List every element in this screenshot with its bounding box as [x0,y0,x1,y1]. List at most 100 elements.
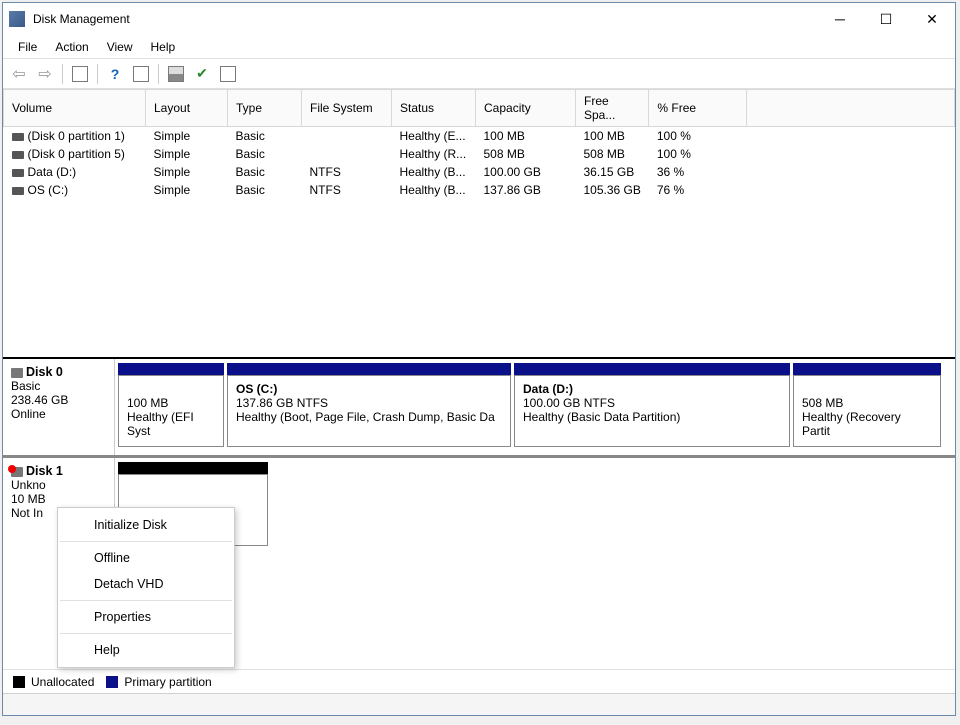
col-layout[interactable]: Layout [146,90,228,127]
drive-icon [12,187,24,195]
cell-type: Basic [228,163,302,181]
close-button[interactable]: ✕ [909,4,955,34]
cell-capacity: 508 MB [476,145,576,163]
view-button[interactable] [68,62,92,86]
cell-layout: Simple [146,127,228,146]
cell-fs: NTFS [302,181,392,199]
minimize-button[interactable]: ─ [817,4,863,34]
part-status: Healthy (Basic Data Partition) [523,410,680,424]
part-size: 100 MB [127,396,168,410]
drive-icon [12,169,24,177]
cell-capacity: 137.86 GB [476,181,576,199]
check-icon: ✔ [196,65,208,82]
drive-icon [12,151,24,159]
col-type[interactable]: Type [228,90,302,127]
settings-button[interactable] [164,62,188,86]
menu-detach-vhd[interactable]: Detach VHD [58,571,234,597]
partition-efi[interactable]: 100 MB Healthy (EFI Syst [118,363,224,451]
cell-fs: NTFS [302,163,392,181]
disk-0-info: Disk 0 Basic 238.46 GB Online [3,359,115,455]
cell-pct: 36 % [649,163,747,181]
cell-type: Basic [228,181,302,199]
cell-volume: OS (C:) [28,183,69,197]
cell-fs [302,145,392,163]
menu-action[interactable]: Action [46,38,97,56]
cell-free: 508 MB [576,145,649,163]
menu-view[interactable]: View [98,38,142,56]
cell-free: 36.15 GB [576,163,649,181]
volume-table[interactable]: Volume Layout Type File System Status Ca… [3,89,955,199]
titlebar: Disk Management ─ ☐ ✕ [3,3,955,35]
menu-offline[interactable]: Offline [58,545,234,571]
help-button[interactable]: ? [103,62,127,86]
menu-help[interactable]: Help [142,38,185,56]
arrow-right-icon: ⇨ [38,64,51,84]
table-row[interactable]: Data (D:) Simple Basic NTFS Healthy (B..… [4,163,955,181]
col-free[interactable]: Free Spa... [576,90,649,127]
legend-bar: Unallocated Primary partition [3,669,955,693]
cell-free: 100 MB [576,127,649,146]
window-title: Disk Management [33,12,817,26]
maximize-button[interactable]: ☐ [863,4,909,34]
partition-data-d[interactable]: Data (D:) 100.00 GB NTFS Healthy (Basic … [514,363,790,451]
col-blank[interactable] [747,90,955,127]
part-status: Healthy (Boot, Page File, Crash Dump, Ba… [236,410,495,424]
menu-file[interactable]: File [9,38,46,56]
cell-layout: Simple [146,181,228,199]
drive-icon [12,133,24,141]
table-row[interactable]: OS (C:) Simple Basic NTFS Healthy (B... … [4,181,955,199]
toolbar: ⇦ ⇨ ? ✔ [3,59,955,89]
partition-os-c[interactable]: OS (C:) 137.86 GB NTFS Healthy (Boot, Pa… [227,363,511,451]
properties-button[interactable] [216,62,240,86]
props-icon [220,66,236,82]
disk-type: Basic [11,379,40,393]
part-title: Data (D:) [523,382,573,396]
cell-volume: Data (D:) [28,165,77,179]
arrow-left-icon: ⇦ [12,64,25,84]
cell-layout: Simple [146,145,228,163]
cell-volume: (Disk 0 partition 5) [28,147,125,161]
cell-capacity: 100.00 GB [476,163,576,181]
table-row[interactable]: (Disk 0 partition 5) Simple Basic Health… [4,145,955,163]
disk-row-0[interactable]: Disk 0 Basic 238.46 GB Online 100 MB Hea… [3,359,955,455]
cell-fs [302,127,392,146]
part-status: Healthy (Recovery Partit [802,410,901,438]
list-icon [168,66,184,82]
disk-type: Unkno [11,478,46,492]
menubar: File Action View Help [3,35,955,59]
menu-initialize-disk[interactable]: Initialize Disk [58,512,234,538]
legend-primary: Primary partition [124,675,211,689]
cell-type: Basic [228,127,302,146]
part-size: 137.86 GB NTFS [236,396,328,410]
cell-pct: 76 % [649,181,747,199]
cell-pct: 100 % [649,127,747,146]
disk-warn-icon [11,467,23,477]
cell-volume: (Disk 0 partition 1) [28,129,125,143]
cell-layout: Simple [146,163,228,181]
partition-recovery[interactable]: 508 MB Healthy (Recovery Partit [793,363,941,451]
cell-status: Healthy (R... [392,145,476,163]
swatch-unallocated-icon [13,676,25,688]
back-button[interactable]: ⇦ [7,62,31,86]
table-row[interactable]: (Disk 0 partition 1) Simple Basic Health… [4,127,955,146]
col-status[interactable]: Status [392,90,476,127]
menu-properties[interactable]: Properties [58,604,234,630]
check-button[interactable]: ✔ [190,62,214,86]
col-fs[interactable]: File System [302,90,392,127]
forward-button[interactable]: ⇨ [33,62,57,86]
col-pct[interactable]: % Free [649,90,747,127]
refresh-button[interactable] [129,62,153,86]
part-size: 508 MB [802,396,843,410]
app-icon [9,11,25,27]
part-status: Healthy (EFI Syst [127,410,194,438]
menu-help[interactable]: Help [58,637,234,663]
col-volume[interactable]: Volume [4,90,146,127]
refresh-icon [133,66,149,82]
cell-capacity: 100 MB [476,127,576,146]
disk-size: 10 MB [11,492,46,506]
grid-icon [72,66,88,82]
legend-unallocated: Unallocated [31,675,94,689]
col-capacity[interactable]: Capacity [476,90,576,127]
cell-pct: 100 % [649,145,747,163]
disk-icon [11,368,23,378]
